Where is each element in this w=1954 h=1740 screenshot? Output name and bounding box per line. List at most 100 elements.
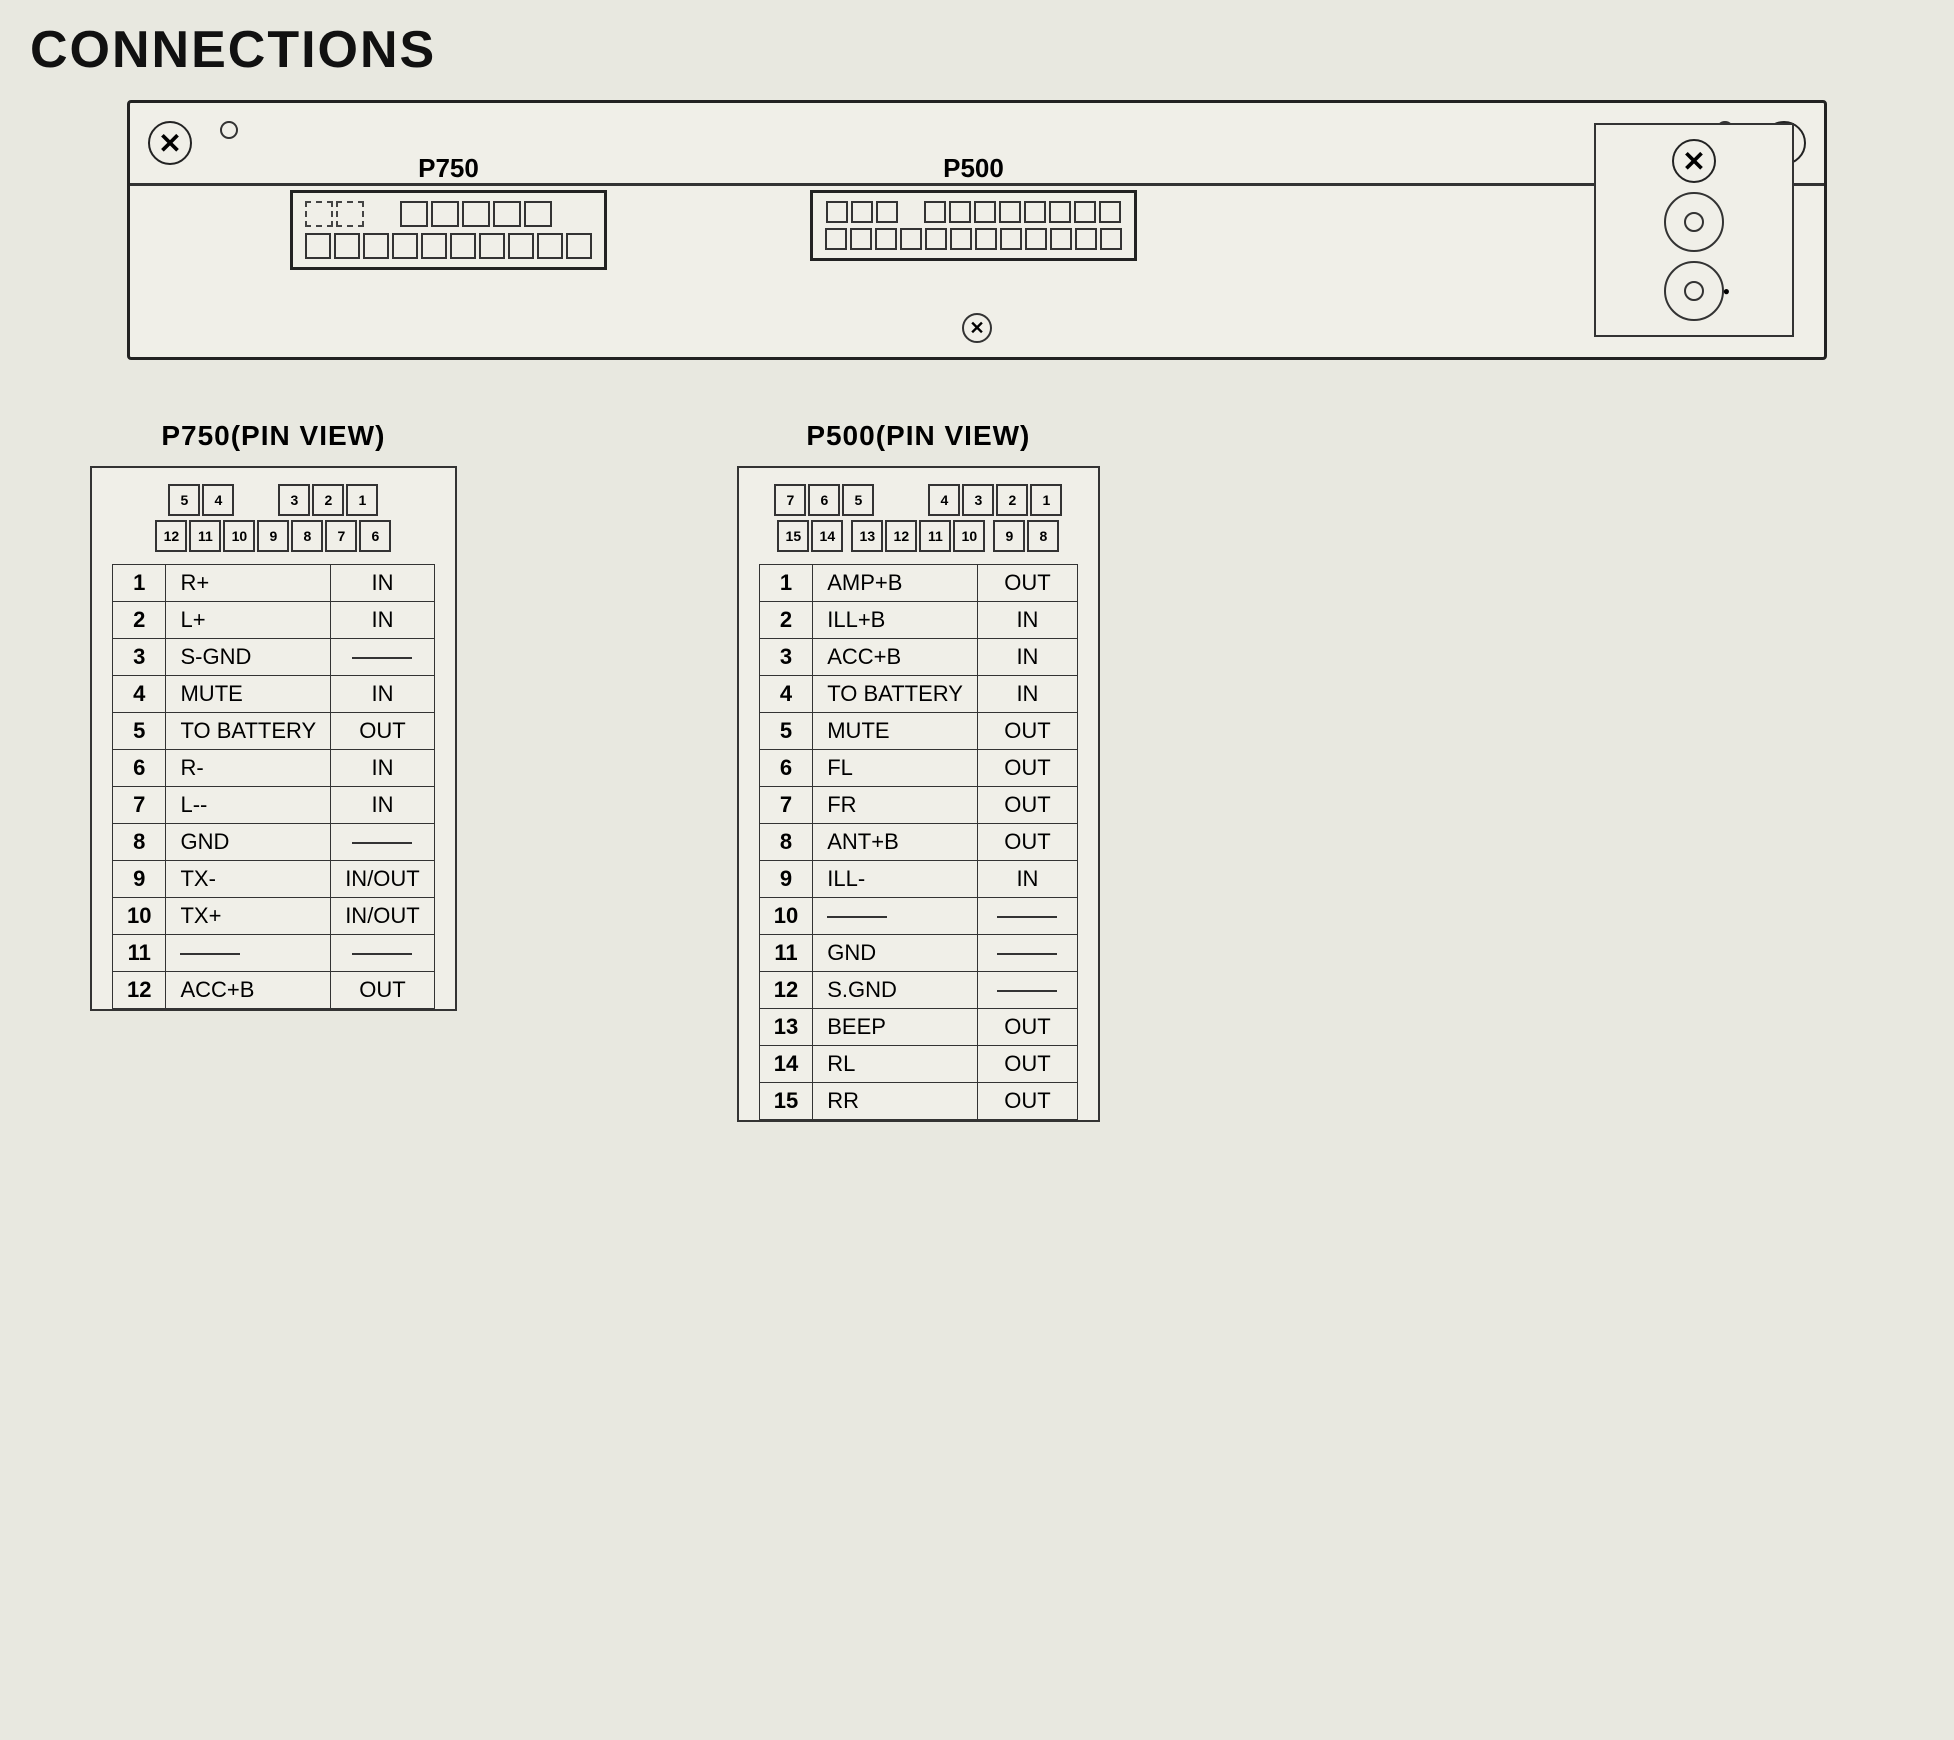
p500-pin-view: P500(PIN VIEW) 7 6 5 4 3 2 1 15 14	[737, 420, 1100, 1122]
pin-direction: OUT	[977, 824, 1077, 861]
pin-signal: S-GND	[166, 639, 331, 676]
table-row: 7 FR OUT	[759, 787, 1077, 824]
pin-direction: IN	[331, 750, 435, 787]
pin-direction	[977, 935, 1077, 972]
p750-pin-view: P750(PIN VIEW) 5 4 3 2 1 12 11 10 9 8	[90, 420, 457, 1122]
pin-signal: FL	[813, 750, 978, 787]
pin-direction: OUT	[331, 713, 435, 750]
p750-connector-diagram: P750	[290, 153, 607, 270]
p750-pin-diagram: 5 4 3 2 1 12 11 10 9 8 7 6	[112, 484, 435, 552]
p500-table: 1 AMP+B OUT 2 ILL+B IN 3 ACC+B IN 4 TO B…	[759, 564, 1078, 1120]
pin-number: 3	[113, 639, 166, 676]
pin-number: 2	[113, 602, 166, 639]
bullet-left	[220, 121, 238, 139]
pin-signal: FR	[813, 787, 978, 824]
table-row: 10 TX+ IN/OUT	[113, 898, 435, 935]
ground-symbol: ✕	[962, 313, 992, 343]
pin-signal: ILL+B	[813, 602, 978, 639]
pin-signal: GND	[166, 824, 331, 861]
x-symbol-tl: ✕	[148, 121, 192, 165]
table-row: 1 AMP+B OUT	[759, 565, 1077, 602]
pin-number: 4	[113, 676, 166, 713]
pin-signal: MUTE	[813, 713, 978, 750]
table-row: 5 MUTE OUT	[759, 713, 1077, 750]
x-symbol-rc: ✕	[1672, 139, 1716, 183]
pin-number: 11	[759, 935, 812, 972]
table-row: 7 L-- IN	[113, 787, 435, 824]
pin-signal: MUTE	[166, 676, 331, 713]
pin-signal: S.GND	[813, 972, 978, 1009]
pin-number: 15	[759, 1083, 812, 1120]
pin-number: 1	[113, 565, 166, 602]
table-row: 5 TO BATTERY OUT	[113, 713, 435, 750]
pin-number: 13	[759, 1009, 812, 1046]
pin-signal	[813, 898, 978, 935]
p750-table: 1 R+ IN 2 L+ IN 3 S-GND 4 MUTE IN 5 TO B…	[112, 564, 435, 1009]
pin-direction: IN	[977, 861, 1077, 898]
pin-number: 1	[759, 565, 812, 602]
pin-number: 6	[113, 750, 166, 787]
pin-direction: IN	[977, 639, 1077, 676]
pin-direction	[331, 824, 435, 861]
table-row: 12 S.GND	[759, 972, 1077, 1009]
p500-pin-view-box: 7 6 5 4 3 2 1 15 14 13 12 11 10	[737, 466, 1100, 1122]
pin-number: 8	[759, 824, 812, 861]
table-row: 11	[113, 935, 435, 972]
pin-direction: IN	[331, 602, 435, 639]
table-row: 9 TX- IN/OUT	[113, 861, 435, 898]
pin-signal: TX+	[166, 898, 331, 935]
pin-number: 11	[113, 935, 166, 972]
p500-pin-diagram: 7 6 5 4 3 2 1 15 14 13 12 11 10	[759, 484, 1078, 552]
table-row: 15 RR OUT	[759, 1083, 1077, 1120]
pin-direction	[977, 898, 1077, 935]
pin-direction: OUT	[977, 1009, 1077, 1046]
pin-signal: R+	[166, 565, 331, 602]
pin-direction	[331, 639, 435, 676]
p500-connector-diagram: P500	[810, 153, 1137, 261]
pin-signal: BEEP	[813, 1009, 978, 1046]
circle-conn-1	[1664, 192, 1724, 252]
table-row: 6 FL OUT	[759, 750, 1077, 787]
table-row: 3 S-GND	[113, 639, 435, 676]
pin-number: 7	[759, 787, 812, 824]
pin-signal: RL	[813, 1046, 978, 1083]
pin-signal: ACC+B	[813, 639, 978, 676]
pin-direction: IN	[331, 676, 435, 713]
pin-signal: R-	[166, 750, 331, 787]
circle-conn-2: ●	[1664, 261, 1724, 321]
pin-direction: OUT	[977, 713, 1077, 750]
pin-direction: OUT	[977, 1046, 1077, 1083]
pin-direction: IN/OUT	[331, 861, 435, 898]
table-row: 1 R+ IN	[113, 565, 435, 602]
page-title: CONNECTIONS	[30, 20, 1924, 80]
pin-number: 3	[759, 639, 812, 676]
pin-direction: IN	[977, 676, 1077, 713]
pin-number: 5	[113, 713, 166, 750]
pin-signal: ILL-	[813, 861, 978, 898]
table-row: 14 RL OUT	[759, 1046, 1077, 1083]
table-row: 11 GND	[759, 935, 1077, 972]
pin-signal: TO BATTERY	[166, 713, 331, 750]
table-row: 6 R- IN	[113, 750, 435, 787]
pin-signal	[166, 935, 331, 972]
pin-direction: OUT	[977, 1083, 1077, 1120]
pin-number: 5	[759, 713, 812, 750]
p500-top-row: 7 6 5 4 3 2 1	[774, 484, 1062, 516]
pin-number: 4	[759, 676, 812, 713]
pin-number: 10	[113, 898, 166, 935]
right-connectors: ✕ ●	[1594, 123, 1794, 337]
table-row: 8 ANT+B OUT	[759, 824, 1077, 861]
pin-number: 12	[113, 972, 166, 1009]
p750-pin-view-title: P750(PIN VIEW)	[161, 420, 385, 452]
pin-number: 8	[113, 824, 166, 861]
pin-direction	[977, 972, 1077, 1009]
pin-direction: IN/OUT	[331, 898, 435, 935]
p750-bottom-row: 12 11 10 9 8 7 6	[155, 520, 391, 552]
pin-direction: OUT	[977, 565, 1077, 602]
p750-top-row: 5 4 3 2 1	[168, 484, 378, 516]
table-row: 2 ILL+B IN	[759, 602, 1077, 639]
pin-signal: RR	[813, 1083, 978, 1120]
table-row: 4 TO BATTERY IN	[759, 676, 1077, 713]
table-row: 10	[759, 898, 1077, 935]
pin-number: 14	[759, 1046, 812, 1083]
